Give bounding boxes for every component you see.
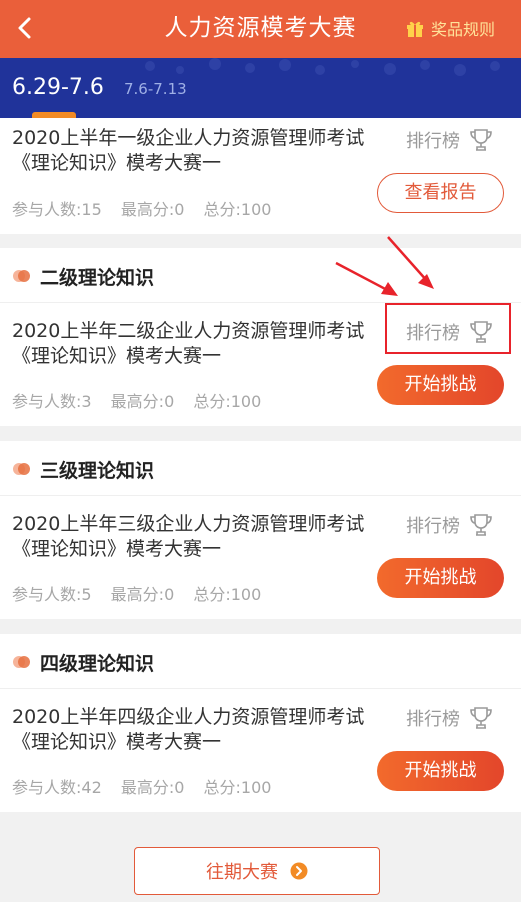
start-challenge-button[interactable]: 开始挑战 bbox=[377, 751, 504, 791]
exam-title: 2020上半年三级企业人力资源管理师考试《理论知识》模考大赛一 bbox=[12, 513, 365, 560]
tab-period-2[interactable]: 7.6-7.13 bbox=[124, 80, 187, 98]
exam-meta: 参与人数:3 最高分:0 总分:100 bbox=[12, 388, 275, 412]
past-contests-label: 往期大赛 bbox=[206, 862, 278, 883]
view-report-button[interactable]: 查看报告 bbox=[377, 173, 504, 213]
high-score: 最高分:0 bbox=[110, 392, 175, 411]
trophy-icon bbox=[470, 514, 492, 536]
prize-rules-button[interactable]: 奖品规则 bbox=[405, 16, 495, 40]
total-score: 总分:100 bbox=[203, 200, 272, 219]
leaderboard-label: 排行榜 bbox=[406, 516, 460, 537]
exam-card-level3: 三级理论知识 2020上半年三级企业人力资源管理师考试《理论知识》模考大赛一 参… bbox=[0, 441, 521, 619]
exam-card-level1: 2020上半年一级企业人力资源管理师考试《理论知识》模考大赛一 参与人数:15 … bbox=[0, 118, 521, 234]
section-dot-icon bbox=[13, 656, 30, 668]
app-header: 人力资源模考大赛 奖品规则 bbox=[0, 0, 521, 58]
start-challenge-button[interactable]: 开始挑战 bbox=[377, 558, 504, 598]
participants-count: 参与人数:15 bbox=[12, 200, 102, 219]
leaderboard-label: 排行榜 bbox=[406, 131, 460, 152]
high-score: 最高分:0 bbox=[120, 200, 185, 219]
leaderboard-label: 排行榜 bbox=[406, 709, 460, 730]
exam-card-level4: 四级理论知识 2020上半年四级企业人力资源管理师考试《理论知识》模考大赛一 参… bbox=[0, 634, 521, 812]
chevron-right-circle-icon bbox=[290, 862, 308, 880]
trophy-icon bbox=[470, 129, 492, 151]
participants-count: 参与人数:3 bbox=[12, 392, 92, 411]
high-score: 最高分:0 bbox=[120, 778, 185, 797]
section-header: 四级理论知识 bbox=[0, 634, 521, 689]
leaderboard-link[interactable]: 排行榜 bbox=[406, 705, 494, 731]
exam-meta: 参与人数:42 最高分:0 总分:100 bbox=[12, 774, 285, 798]
section-header: 二级理论知识 bbox=[0, 248, 521, 303]
section-title: 四级理论知识 bbox=[40, 653, 155, 675]
high-score: 最高分:0 bbox=[110, 585, 175, 604]
exam-meta: 参与人数:15 最高分:0 总分:100 bbox=[12, 196, 285, 220]
section-dot-icon bbox=[13, 463, 30, 475]
total-score: 总分:100 bbox=[203, 778, 272, 797]
prize-rules-label: 奖品规则 bbox=[430, 20, 495, 39]
total-score: 总分:100 bbox=[193, 585, 262, 604]
section-title: 三级理论知识 bbox=[40, 460, 155, 482]
total-score: 总分:100 bbox=[193, 392, 262, 411]
gift-icon bbox=[406, 21, 423, 37]
section-title: 二级理论知识 bbox=[40, 267, 155, 289]
exam-meta: 参与人数:5 最高分:0 总分:100 bbox=[12, 581, 275, 605]
participants-count: 参与人数:42 bbox=[12, 778, 102, 797]
section-dot-icon bbox=[13, 270, 30, 282]
past-contests-button[interactable]: 往期大赛 bbox=[134, 847, 380, 895]
exam-title: 2020上半年四级企业人力资源管理师考试《理论知识》模考大赛一 bbox=[12, 706, 365, 753]
participants-count: 参与人数:5 bbox=[12, 585, 92, 604]
section-header: 三级理论知识 bbox=[0, 441, 521, 496]
annotation-highlight-box bbox=[385, 303, 511, 354]
exam-title: 2020上半年一级企业人力资源管理师考试《理论知识》模考大赛一 bbox=[12, 127, 365, 174]
leaderboard-link[interactable]: 排行榜 bbox=[406, 127, 494, 153]
trophy-icon bbox=[470, 707, 492, 729]
leaderboard-link[interactable]: 排行榜 bbox=[406, 512, 494, 538]
tab-period-1[interactable]: 6.29-7.6 bbox=[12, 75, 104, 100]
exam-title: 2020上半年二级企业人力资源管理师考试《理论知识》模考大赛一 bbox=[12, 320, 365, 367]
start-challenge-button[interactable]: 开始挑战 bbox=[377, 365, 504, 405]
period-tabs: 6.29-7.6 7.6-7.13 bbox=[0, 58, 521, 118]
